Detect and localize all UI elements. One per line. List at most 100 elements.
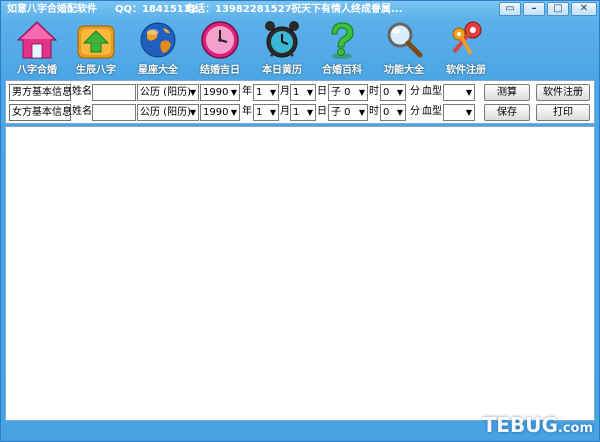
- chevron-down-icon: ▼: [358, 88, 365, 97]
- male-calendar-select[interactable]: 公历 (阳历) ▼: [137, 84, 199, 101]
- tool-label: 结婚吉日: [200, 65, 240, 76]
- chevron-down-icon: ▼: [306, 108, 313, 117]
- selected-value: 0: [383, 107, 390, 118]
- home-up-arrow-icon: [77, 25, 115, 59]
- selected-value: 1: [293, 107, 300, 118]
- minute-unit: 分: [410, 86, 420, 97]
- chevron-down-icon: ▼: [189, 108, 196, 117]
- female-blood-select[interactable]: ▼: [443, 104, 475, 121]
- result-output-area[interactable]: [5, 126, 595, 421]
- year-unit: 年: [242, 86, 252, 97]
- male-year-select[interactable]: 1990 ▼: [200, 84, 240, 101]
- female-calendar-select[interactable]: 公历 (阳历) ▼: [137, 104, 199, 121]
- status-bar: TEBUG.com: [1, 413, 599, 441]
- title-bar: 如意八字合婚配软件 QQ：18415132 电话：13982281527 祝天下…: [1, 1, 599, 18]
- tool-hehun-baike[interactable]: 合婚百科: [311, 19, 373, 76]
- chevron-down-icon: ▼: [396, 108, 403, 117]
- selected-value: 1990: [203, 87, 229, 98]
- chevron-down-icon: ▼: [189, 88, 196, 97]
- selected-value: 1990: [203, 107, 229, 118]
- male-month-select[interactable]: 1 ▼: [253, 84, 279, 101]
- phone-info: 电话：13982281527: [185, 4, 292, 15]
- female-info-row: 女方基本信息 姓名 公历 (阳历) ▼ 1990 ▼ 年 1 ▼ 月 1 ▼ 日 子 0…: [6, 104, 596, 122]
- month-unit: 月: [280, 106, 290, 117]
- male-blood-select[interactable]: ▼: [443, 84, 475, 101]
- watermark-logo: TEBUG.com: [483, 413, 593, 437]
- female-name-input[interactable]: [92, 104, 136, 121]
- selected-value: 子 0: [331, 87, 351, 98]
- male-name-input[interactable]: [92, 84, 136, 101]
- selected-value: 1: [256, 87, 263, 98]
- male-hour-select[interactable]: 子 0 ▼: [328, 84, 368, 101]
- hour-unit: 时: [369, 86, 379, 97]
- tool-label: 本日黄历: [262, 65, 302, 76]
- chevron-down-icon: ▼: [465, 88, 472, 97]
- close-button[interactable]: ✕: [571, 2, 597, 16]
- female-year-select[interactable]: 1990 ▼: [200, 104, 240, 121]
- female-minute-select[interactable]: 0 ▼: [380, 104, 406, 121]
- selected-value: 1: [293, 87, 300, 98]
- male-day-select[interactable]: 1 ▼: [290, 84, 316, 101]
- tool-ruanjian-zhuce[interactable]: 软件注册: [435, 19, 497, 76]
- tool-jiehun-jiri[interactable]: 结婚吉日: [189, 19, 251, 76]
- chevron-down-icon: ▼: [358, 108, 365, 117]
- female-day-select[interactable]: 1 ▼: [290, 104, 316, 121]
- calculate-button[interactable]: 测算: [484, 84, 530, 101]
- chevron-down-icon: ▼: [396, 88, 403, 97]
- maximize-button[interactable]: □: [547, 2, 569, 16]
- tool-gongneng-daquan[interactable]: 功能大全: [373, 19, 435, 76]
- tool-label: 八字合婚: [17, 65, 57, 76]
- keys-icon: [452, 21, 482, 55]
- minute-unit: 分: [410, 106, 420, 117]
- chevron-down-icon: ▼: [269, 88, 276, 97]
- male-minute-select[interactable]: 0 ▼: [380, 84, 406, 101]
- hour-unit: 时: [369, 106, 379, 117]
- chevron-down-icon: ▼: [230, 108, 237, 117]
- print-button[interactable]: 打印: [536, 104, 590, 121]
- female-month-select[interactable]: 1 ▼: [253, 104, 279, 121]
- tool-bazi-hehun[interactable]: 八字合婚: [6, 19, 68, 76]
- watermark-suffix: .com: [557, 421, 593, 436]
- chevron-down-icon: ▼: [306, 88, 313, 97]
- app-title: 如意八字合婚配软件: [7, 4, 97, 15]
- chevron-down-icon: ▼: [269, 108, 276, 117]
- tool-shengchen-bazi[interactable]: 生辰八字: [65, 19, 127, 76]
- watermark-text: TEBUG: [482, 413, 558, 437]
- tool-label: 软件注册: [446, 65, 486, 76]
- name-label: 姓名: [72, 106, 92, 117]
- selected-value: 1: [256, 107, 263, 118]
- minimize-button[interactable]: –: [523, 2, 545, 16]
- house-icon: [16, 21, 58, 59]
- selected-value: 子 0: [331, 107, 351, 118]
- chevron-down-icon: ▼: [230, 88, 237, 97]
- selected-value: 公历 (阳历): [140, 107, 191, 118]
- male-group-label: 男方基本信息: [9, 84, 72, 101]
- tool-benri-huangli[interactable]: 本日黄历: [251, 19, 313, 76]
- tool-xingzuo-daquan[interactable]: 星座大全: [127, 19, 189, 76]
- magnifier-icon: [387, 22, 423, 58]
- globe-icon: [140, 22, 176, 58]
- tool-label: 星座大全: [138, 65, 178, 76]
- chevron-down-icon: ▼: [465, 108, 472, 117]
- female-hour-select[interactable]: 子 0 ▼: [328, 104, 368, 121]
- window-controls: ▭ – □ ✕: [499, 2, 597, 16]
- selected-value: 公历 (阳历): [140, 87, 191, 98]
- slogan: 祝天下有情人终成眷属...: [291, 4, 403, 15]
- register-button[interactable]: 软件注册: [536, 84, 590, 101]
- blood-type-label: 血型: [422, 86, 442, 97]
- male-info-row: 男方基本信息 姓名 公历 (阳历) ▼ 1990 ▼ 年 1 ▼ 月 1 ▼ 日 子 0…: [6, 84, 596, 102]
- save-button[interactable]: 保存: [484, 104, 530, 121]
- question-mark-icon: [331, 22, 354, 59]
- month-unit: 月: [280, 86, 290, 97]
- clock-icon: [201, 21, 239, 59]
- year-unit: 年: [242, 106, 252, 117]
- alarm-clock-icon: [265, 21, 299, 58]
- female-group-label: 女方基本信息: [9, 104, 72, 121]
- selected-value: 0: [383, 87, 390, 98]
- feedback-icon[interactable]: ▭: [499, 2, 521, 16]
- day-unit: 日: [317, 106, 327, 117]
- tool-label: 合婚百科: [322, 65, 362, 76]
- app-window: 如意八字合婚配软件 QQ：18415132 电话：13982281527 祝天下…: [0, 0, 600, 442]
- main-toolbar: 八字合婚 生辰八字 星座大全 结婚吉日 本日黄历 合婚百科 功能大全 软件注册: [1, 19, 599, 76]
- tool-label: 功能大全: [384, 65, 424, 76]
